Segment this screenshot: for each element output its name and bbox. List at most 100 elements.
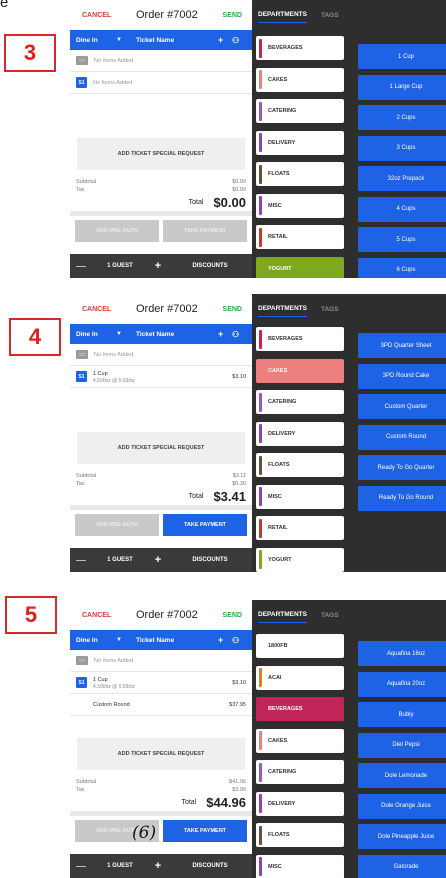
department-button[interactable]: BEVERAGES — [256, 36, 344, 60]
tab-departments[interactable]: DEPARTMENTS — [258, 301, 307, 317]
order-item-row[interactable]: Custom Round $37.95 — [70, 694, 252, 716]
dine-in-selector[interactable]: Dine In — [76, 331, 116, 338]
guest-count[interactable]: 1 GUEST — [92, 863, 148, 869]
product-button[interactable]: 1 Cup — [358, 44, 446, 69]
discounts-button[interactable]: DISCOUNTS — [168, 863, 252, 869]
product-button[interactable]: 2 Cups — [358, 105, 446, 130]
tab-tags[interactable]: TAGS — [321, 12, 339, 19]
product-button[interactable]: Custom Round — [358, 424, 446, 450]
take-payment-button[interactable]: TAKE PAYMENT — [163, 220, 247, 242]
add-user-icon[interactable]: ⚇ — [232, 330, 246, 339]
cancel-button[interactable]: CANCEL — [82, 12, 111, 19]
product-button[interactable]: 3PD Quarter Sheet — [358, 333, 446, 358]
plus-icon[interactable]: + — [148, 260, 168, 272]
department-button[interactable]: FLOATS — [256, 162, 344, 186]
plus-icon[interactable]: + — [218, 329, 232, 339]
product-button[interactable]: Bubly — [358, 702, 446, 727]
cancel-button[interactable]: CANCEL — [82, 612, 111, 619]
order-item-row[interactable]: S1 1 Cup 4.500oz @ 0.69/oz $3.10 — [70, 366, 252, 388]
guest-count[interactable]: 1 GUEST — [92, 557, 148, 563]
order-item-row[interactable]: S1 1 Cup 4.500oz @ 0.69/oz $3.10 — [70, 672, 252, 694]
seat-badge[interactable]: S1 — [76, 77, 87, 88]
product-button[interactable]: Dole Pineapple Juice — [358, 824, 446, 849]
seat-badge[interactable]: S1 — [76, 677, 87, 688]
product-button[interactable]: 5 Cups — [358, 227, 446, 252]
plus-icon[interactable]: + — [218, 635, 232, 645]
chevron-down-icon[interactable]: ▼ — [116, 331, 136, 337]
plus-icon[interactable]: + — [148, 554, 168, 566]
special-request-button[interactable]: ADD TICKET SPECIAL REQUEST — [77, 738, 245, 770]
cancel-button[interactable]: CANCEL — [82, 306, 111, 313]
product-button[interactable]: Dole Orange Juice — [358, 793, 446, 819]
department-button[interactable]: CATERING — [256, 99, 344, 123]
product-button[interactable]: Aquafina 16oz — [358, 641, 446, 666]
take-payment-button[interactable]: TAKE PAYMENT — [163, 514, 247, 536]
discounts-button[interactable]: DISCOUNTS — [168, 263, 252, 269]
product-button[interactable]: Gatorade — [358, 854, 446, 878]
department-button[interactable]: DELIVERY — [256, 421, 344, 446]
department-button[interactable]: RETAIL — [256, 225, 344, 249]
send-button[interactable]: SEND — [223, 306, 242, 313]
pre-auth-button[interactable]: ADD PRE-AUTH — [75, 220, 159, 242]
department-button[interactable]: CAKES — [256, 728, 344, 753]
department-button[interactable]: MISC — [256, 484, 344, 509]
minus-icon[interactable]: — — [70, 261, 92, 272]
special-request-button[interactable]: ADD TICKET SPECIAL REQUEST — [77, 432, 245, 464]
department-button[interactable]: YOGURT — [256, 547, 344, 572]
department-button[interactable]: MISC — [256, 193, 344, 218]
tab-departments[interactable]: DEPARTMENTS — [258, 7, 307, 23]
ticket-name-field[interactable]: Ticket Name — [136, 331, 218, 338]
pre-auth-button[interactable]: ADD PRE-AUTH — [75, 514, 159, 536]
department-button[interactable]: BEVERAGES — [256, 697, 344, 721]
tab-departments[interactable]: DEPARTMENTS — [258, 607, 307, 623]
product-button[interactable]: 6 Cups — [358, 257, 446, 278]
department-button[interactable]: DELIVERY — [256, 791, 344, 816]
discounts-button[interactable]: DISCOUNTS — [168, 557, 252, 563]
product-button[interactable]: Dole Lemonade — [358, 763, 446, 788]
product-button[interactable]: 4 Cups — [358, 196, 446, 222]
product-button[interactable]: Custom Quarter — [358, 394, 446, 419]
chevron-down-icon[interactable]: ▼ — [116, 37, 136, 43]
department-button[interactable]: RETAIL — [256, 516, 344, 540]
department-button[interactable]: ACAI — [256, 665, 344, 690]
special-request-button[interactable]: ADD TICKET SPECIAL REQUEST — [77, 138, 245, 170]
tab-tags[interactable]: TAGS — [321, 306, 339, 313]
dine-in-selector[interactable]: Dine In — [76, 637, 116, 644]
department-button[interactable]: CATERING — [256, 390, 344, 414]
take-payment-button[interactable]: TAKE PAYMENT — [163, 820, 247, 842]
product-button[interactable]: Ready To Go Round — [358, 485, 446, 511]
product-button[interactable]: 1 Large Cup — [358, 74, 446, 100]
product-button[interactable]: Aquafina 20oz — [358, 671, 446, 697]
send-button[interactable]: SEND — [223, 12, 242, 19]
department-button[interactable]: CATERING — [256, 760, 344, 784]
dine-in-selector[interactable]: Dine In — [76, 37, 116, 44]
seat-row[interactable]: S1 No Items Added — [70, 72, 252, 94]
product-button[interactable]: 32oz Prepack — [358, 166, 446, 191]
plus-icon[interactable]: + — [148, 860, 168, 872]
plus-icon[interactable]: + — [218, 35, 232, 45]
send-button[interactable]: SEND — [223, 612, 242, 619]
ticket-name-field[interactable]: Ticket Name — [136, 637, 218, 644]
tab-tags[interactable]: TAGS — [321, 612, 339, 619]
product-button[interactable]: Ready To Go Quarter — [358, 455, 446, 480]
product-button[interactable]: 3 Cups — [358, 135, 446, 161]
department-button[interactable]: FLOATS — [256, 823, 344, 847]
add-user-icon[interactable]: ⚇ — [232, 636, 246, 645]
product-button[interactable]: Diet Pepsi — [358, 732, 446, 758]
department-button[interactable]: CAKES — [256, 358, 344, 383]
minus-icon[interactable]: — — [70, 555, 92, 566]
seat-badge[interactable]: S1 — [76, 371, 87, 382]
minus-icon[interactable]: — — [70, 861, 92, 872]
chevron-down-icon[interactable]: ▼ — [116, 637, 136, 643]
department-button[interactable]: YOGURT — [256, 256, 344, 278]
guest-count[interactable]: 1 GUEST — [92, 263, 148, 269]
product-button[interactable]: 3PD Round Cake — [358, 363, 446, 389]
department-button[interactable]: CAKES — [256, 67, 344, 92]
add-user-icon[interactable]: ⚇ — [232, 36, 246, 45]
department-button[interactable]: MISC — [256, 854, 344, 878]
department-button[interactable]: 1800FB — [256, 634, 344, 658]
department-button[interactable]: FLOATS — [256, 453, 344, 477]
department-button[interactable]: DELIVERY — [256, 130, 344, 155]
department-button[interactable]: BEVERAGES — [256, 327, 344, 351]
ticket-name-field[interactable]: Ticket Name — [136, 37, 218, 44]
